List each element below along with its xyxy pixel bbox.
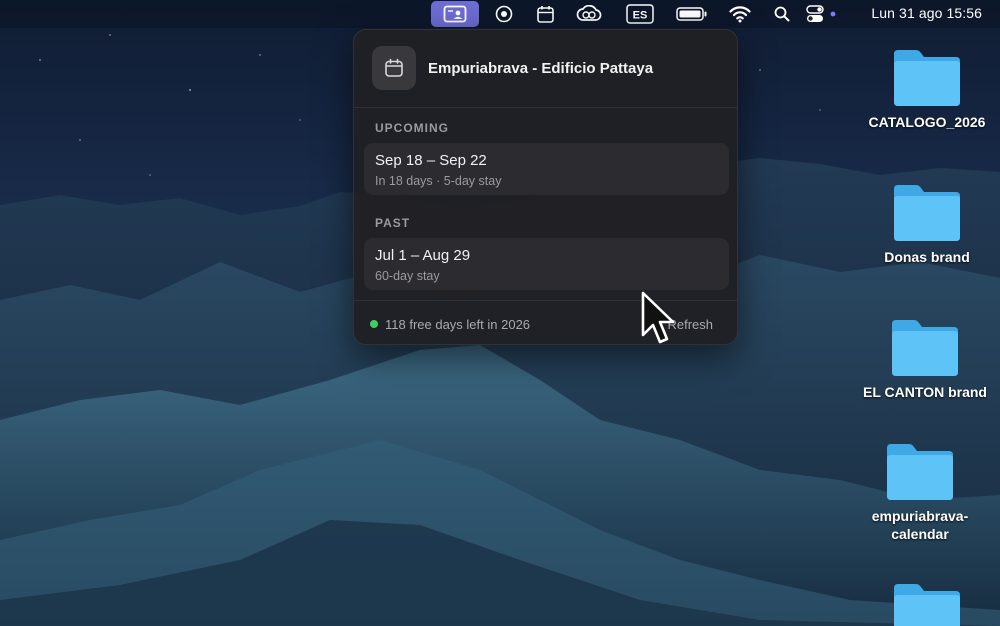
stay-detail: In 18 days · 5-day stay (375, 174, 502, 188)
past-stay-card[interactable]: Jul 1 – Aug 29 60-day stay (364, 238, 729, 290)
menu-bar: ES Lun 31 ago 15:56 (0, 0, 1000, 28)
stay-dates: Sep 18 – Sep 22 (375, 152, 487, 169)
folder-icon (892, 320, 958, 376)
stay-detail: 60-day stay (375, 269, 440, 283)
folder-icon (894, 584, 960, 626)
desktop-item-label: Donas brand (884, 249, 970, 265)
popover-title: Empuriabrava - Edificio Pattaya (428, 60, 654, 77)
past-section-label: PAST (375, 216, 411, 230)
desktop-item-label: CATALOGO_2026 (868, 114, 986, 130)
input-source-label: ES (633, 10, 648, 22)
control-center-icon[interactable] (806, 1, 838, 27)
popover-header: Empuriabrava - Edificio Pattaya (354, 30, 737, 108)
profile-card-icon[interactable] (431, 1, 479, 27)
mouse-cursor-icon (641, 291, 675, 344)
wifi-icon[interactable] (729, 1, 751, 27)
input-source-icon[interactable]: ES (626, 1, 654, 27)
status-dot-icon (370, 320, 378, 328)
desktop-folder-catalogo[interactable]: CATALOGO_2026 (852, 46, 1000, 131)
desktop-folder-empuriabrava-calendar[interactable]: empuriabrava-calendar (845, 440, 995, 543)
calendar-icon[interactable] (535, 1, 555, 27)
folder-icon (894, 185, 960, 241)
desktop-folder-partial[interactable] (852, 580, 1000, 626)
upcoming-stay-card[interactable]: Sep 18 – Sep 22 In 18 days · 5-day stay (364, 143, 729, 195)
folder-icon (894, 50, 960, 106)
desktop-folder-donas[interactable]: Donas brand (852, 181, 1000, 266)
battery-icon[interactable] (676, 1, 708, 27)
record-icon[interactable] (493, 1, 515, 27)
calendar-icon (372, 46, 416, 90)
upcoming-section-label: UPCOMING (375, 121, 449, 135)
folder-icon (887, 444, 953, 500)
free-days-remaining: 118 free days left in 2026 (385, 317, 531, 332)
menu-bar-clock[interactable]: Lun 31 ago 15:56 (871, 5, 982, 21)
desktop-folder-el-canton[interactable]: EL CANTON brand (850, 316, 1000, 401)
desktop-item-label: EL CANTON brand (863, 384, 987, 400)
search-icon[interactable] (773, 1, 791, 27)
popover-footer: 118 free days left in 2026 Refresh (354, 300, 737, 344)
desktop-item-label: empuriabrava-calendar (871, 508, 969, 542)
creative-cloud-icon[interactable] (575, 1, 603, 27)
stays-popover: Empuriabrava - Edificio Pattaya UPCOMING… (353, 29, 738, 345)
stay-dates: Jul 1 – Aug 29 (375, 247, 471, 264)
